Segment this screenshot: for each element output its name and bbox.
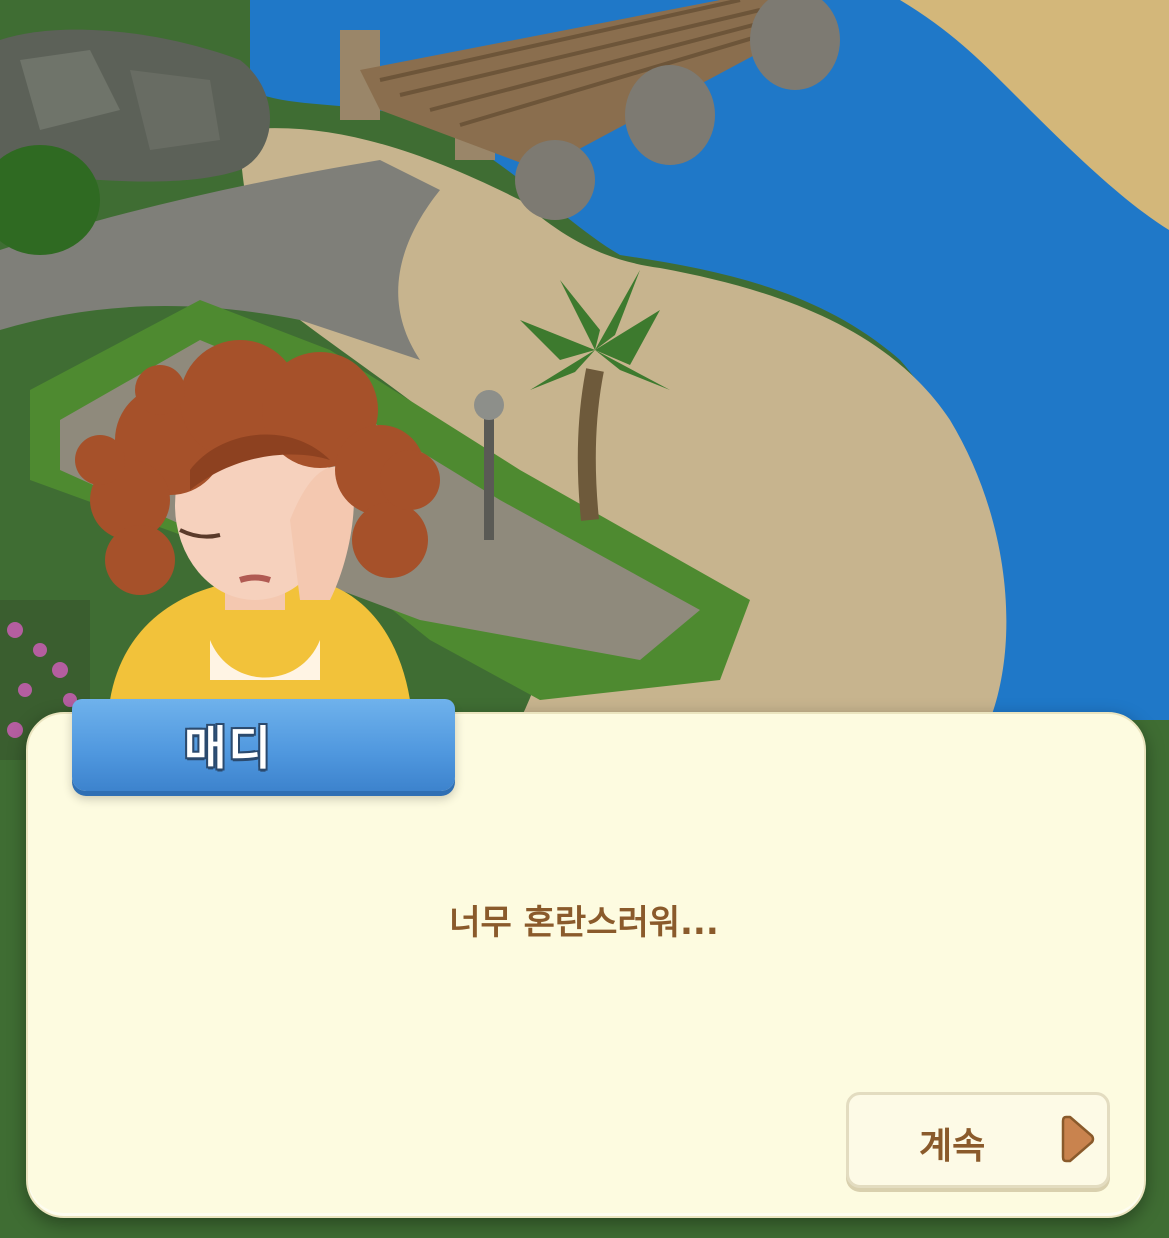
speaker-name: 매디: [184, 721, 273, 775]
speaker-name-tag: 매디: [72, 699, 455, 791]
continue-button[interactable]: 계속: [846, 1092, 1110, 1188]
play-arrow-icon: [1061, 1115, 1095, 1163]
dialog-message: 너무 혼란스러워...: [449, 903, 719, 943]
continue-button-label: 계속: [919, 1126, 986, 1167]
